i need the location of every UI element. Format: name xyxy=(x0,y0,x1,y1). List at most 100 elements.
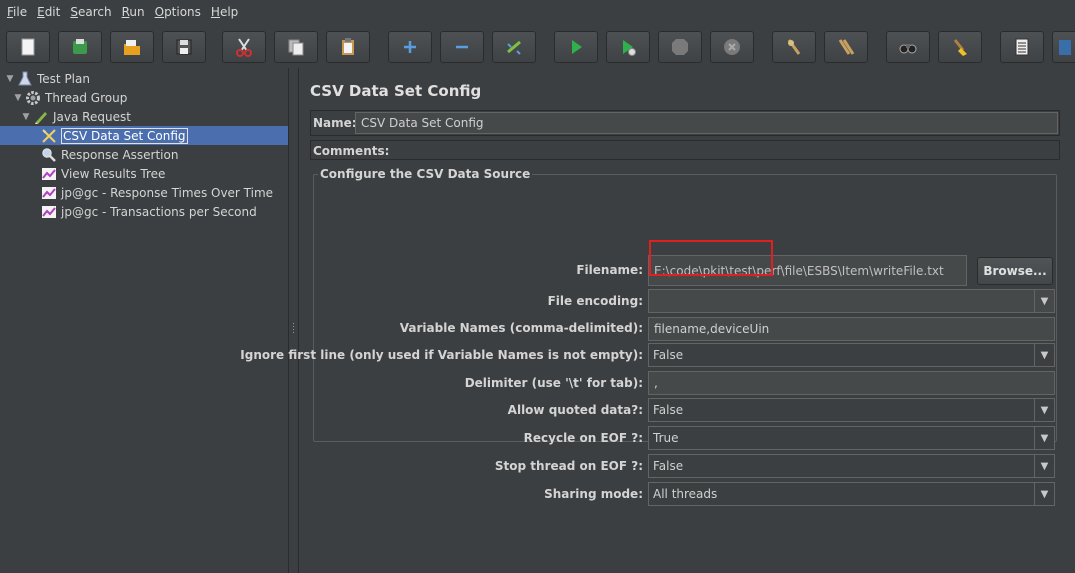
sharing-mode-value: All threads xyxy=(653,487,718,501)
cut-button[interactable] xyxy=(222,31,266,63)
sharing-mode-combo[interactable]: All threads ▼ xyxy=(648,482,1055,506)
tree-item-response-assertion[interactable]: Response Assertion xyxy=(40,145,178,164)
help-icon xyxy=(1059,40,1071,55)
tree-item-label: Java Request xyxy=(53,109,131,124)
chevron-down-icon[interactable]: ▼ xyxy=(1034,344,1054,366)
copy-icon xyxy=(288,39,304,56)
reset-search-icon xyxy=(953,39,967,56)
tree-item-java-request[interactable]: ▼ Java Request xyxy=(20,107,131,126)
menu-run[interactable]: Run xyxy=(117,0,150,24)
tree-item-thread-group[interactable]: ▼ Thread Group xyxy=(12,88,127,107)
stop-button[interactable] xyxy=(658,31,702,63)
function-helper-icon xyxy=(1015,38,1029,56)
expand-button[interactable] xyxy=(388,31,432,63)
annotation-highlight-box xyxy=(649,240,773,276)
menu-options[interactable]: Options xyxy=(150,0,206,24)
menu-bar: File Edit Search Run Options Help xyxy=(0,0,1075,24)
recycle-eof-label: Recycle on EOF ?: xyxy=(523,431,643,445)
comments-label: Comments: xyxy=(313,144,390,158)
function-helper-button[interactable] xyxy=(1000,31,1044,63)
stop-thread-eof-label: Stop thread on EOF ?: xyxy=(494,459,643,473)
expand-arrow-icon[interactable]: ▼ xyxy=(4,74,16,84)
stop-thread-eof-combo[interactable]: False ▼ xyxy=(648,454,1055,478)
shutdown-button[interactable] xyxy=(710,31,754,63)
listener-icon xyxy=(40,184,58,202)
clear-button[interactable] xyxy=(772,31,816,63)
new-button[interactable] xyxy=(6,31,50,63)
variable-names-label: Variable Names (comma-delimited): xyxy=(399,321,643,335)
clear-all-icon xyxy=(838,39,855,55)
csv-config-panel: CSV Data Set Config Name: CSV Data Set C… xyxy=(240,68,1075,573)
collapse-button[interactable] xyxy=(440,31,484,63)
allow-quoted-label: Allow quoted data?: xyxy=(507,403,643,417)
tree-item-label: View Results Tree xyxy=(61,166,166,181)
templates-icon xyxy=(73,39,87,54)
help-button[interactable] xyxy=(1052,31,1075,63)
tree-item-label: Thread Group xyxy=(45,90,128,105)
recycle-eof-value: True xyxy=(653,431,679,445)
allow-quoted-value: False xyxy=(653,403,684,417)
paste-icon xyxy=(342,38,354,55)
expand-arrow-icon[interactable]: ▼ xyxy=(20,112,32,122)
splitter-grip-icon xyxy=(292,322,295,334)
menu-edit[interactable]: Edit xyxy=(32,0,65,24)
csv-data-source-group: Configure the CSV Data Source Filename: … xyxy=(240,167,1057,506)
tree-item-response-times[interactable]: jp@gc - Response Times Over Time xyxy=(40,183,273,202)
collapse-icon xyxy=(456,45,468,49)
open-button[interactable] xyxy=(110,31,154,63)
variable-names-input[interactable]: filename,deviceUin xyxy=(648,317,1055,341)
expand-arrow-icon[interactable]: ▼ xyxy=(12,93,24,103)
save-button[interactable] xyxy=(162,31,206,63)
search-button[interactable] xyxy=(886,31,930,63)
paste-button[interactable] xyxy=(326,31,370,63)
chevron-down-icon[interactable]: ▼ xyxy=(1034,427,1054,449)
test-plan-icon xyxy=(16,70,34,88)
group-title: Configure the CSV Data Source xyxy=(318,167,533,181)
tree-item-label: jp@gc - Response Times Over Time xyxy=(61,185,274,200)
toolbar xyxy=(0,26,1075,68)
chevron-down-icon[interactable]: ▼ xyxy=(1034,290,1054,312)
tree-item-transactions-per-second[interactable]: jp@gc - Transactions per Second xyxy=(40,202,257,221)
listener-icon xyxy=(40,203,58,221)
menu-search[interactable]: Search xyxy=(65,0,116,24)
tree-item-test-plan[interactable]: ▼ Test Plan xyxy=(4,69,90,88)
chevron-down-icon[interactable]: ▼ xyxy=(1034,399,1054,421)
listener-icon xyxy=(40,165,58,183)
delimiter-input[interactable]: , xyxy=(648,371,1055,395)
ignore-first-line-combo[interactable]: False ▼ xyxy=(648,343,1055,367)
search-icon xyxy=(899,44,917,54)
tree-item-view-results-tree[interactable]: View Results Tree xyxy=(40,164,165,183)
open-icon xyxy=(124,40,140,55)
ignore-first-line-label: Ignore first line (only used if Variable… xyxy=(240,348,643,362)
start-button[interactable] xyxy=(554,31,598,63)
new-icon xyxy=(21,38,35,56)
ignore-first-line-value: False xyxy=(653,348,684,362)
filename-label: Filename: xyxy=(576,263,643,277)
pen-icon xyxy=(32,108,50,126)
tree-item-label: Test Plan xyxy=(37,71,90,86)
toggle-button[interactable] xyxy=(492,31,536,63)
tree-item-label: CSV Data Set Config xyxy=(61,127,188,144)
templates-button[interactable] xyxy=(58,31,102,63)
clear-icon xyxy=(787,39,801,55)
browse-button[interactable]: Browse... xyxy=(977,257,1053,285)
stop-thread-eof-value: False xyxy=(653,459,684,473)
split-pane-divider[interactable] xyxy=(289,68,299,573)
chevron-down-icon[interactable]: ▼ xyxy=(1034,483,1054,505)
chevron-down-icon[interactable]: ▼ xyxy=(1034,455,1054,477)
assertion-icon xyxy=(40,146,58,164)
name-input[interactable]: CSV Data Set Config xyxy=(355,112,1058,134)
menu-help[interactable]: Help xyxy=(206,0,243,24)
clear-all-button[interactable] xyxy=(824,31,868,63)
tree-item-csv-data-set-config[interactable]: CSV Data Set Config xyxy=(0,126,288,145)
file-encoding-combo[interactable]: ▼ xyxy=(648,289,1055,313)
comments-row[interactable]: Comments: xyxy=(310,140,1060,160)
start-no-pause-button[interactable] xyxy=(606,31,650,63)
delimiter-label: Delimiter (use '\t' for tab): xyxy=(464,376,643,390)
reset-search-button[interactable] xyxy=(938,31,982,63)
menu-file[interactable]: File xyxy=(2,0,32,24)
allow-quoted-combo[interactable]: False ▼ xyxy=(648,398,1055,422)
test-plan-tree: ▼ Test Plan ▼ Thread Group ▼ Java Reques… xyxy=(0,68,289,573)
recycle-eof-combo[interactable]: True ▼ xyxy=(648,426,1055,450)
copy-button[interactable] xyxy=(274,31,318,63)
